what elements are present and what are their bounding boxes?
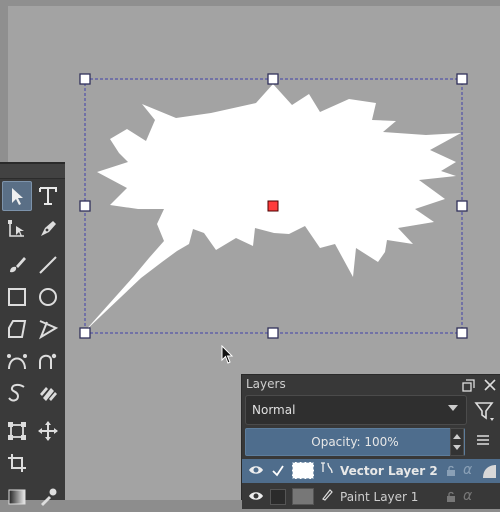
checkmark-icon[interactable] (270, 463, 286, 479)
layer-thumbnail (292, 488, 314, 505)
alpha-lock-icon[interactable]: α (463, 488, 472, 504)
color-picker-tool-icon[interactable] (33, 482, 63, 512)
rotation-center-handle[interactable] (267, 200, 279, 212)
layers-docker-title: Layers (246, 377, 286, 391)
bezier-curve-tool-icon[interactable] (2, 346, 32, 376)
layer-row[interactable]: Paint Layer 1 α (242, 485, 500, 509)
vector-layer-icon (321, 462, 333, 474)
polygon-tool-icon[interactable] (2, 314, 32, 344)
eye-icon[interactable] (248, 464, 264, 476)
transform-tool-icon[interactable] (2, 416, 32, 446)
resize-handle-bottom[interactable] (267, 327, 279, 339)
gradient-tool-icon[interactable] (2, 482, 32, 512)
layer-name[interactable]: Vector Layer 2 (340, 464, 438, 478)
layer-checkbox[interactable] (270, 489, 286, 505)
crop-tool-icon[interactable] (2, 448, 32, 478)
layer-name[interactable]: Paint Layer 1 (340, 490, 418, 504)
resize-handle-top[interactable] (267, 73, 279, 85)
blend-mode-select[interactable]: Normal (245, 395, 467, 425)
text-tool-icon[interactable] (33, 181, 63, 211)
filter-icon[interactable] (474, 400, 496, 422)
resize-handle-top-left[interactable] (79, 73, 91, 85)
resize-handle-bottom-right[interactable] (456, 327, 468, 339)
freehand-path-tool-icon[interactable] (33, 346, 63, 376)
ellipse-tool-icon[interactable] (33, 282, 63, 312)
resize-handle-right[interactable] (456, 200, 468, 212)
opacity-spinner[interactable] (450, 428, 464, 456)
select-shape-tool-icon[interactable] (2, 181, 32, 211)
resize-handle-left[interactable] (79, 200, 91, 212)
freehand-brush-tool-icon[interactable] (2, 250, 32, 280)
line-tool-icon[interactable] (33, 250, 63, 280)
opacity-slider[interactable]: Opacity: 100% (245, 428, 465, 456)
calligraphy-tool-icon[interactable] (33, 214, 63, 244)
polyline-tool-icon[interactable] (33, 314, 63, 344)
lock-icon[interactable] (445, 465, 457, 477)
eye-icon[interactable] (248, 490, 264, 502)
layer-row[interactable]: Vector Layer 2 α (242, 459, 500, 483)
multibrush-tool-icon[interactable] (33, 378, 63, 408)
resize-handle-bottom-left[interactable] (79, 327, 91, 339)
mouse-pointer-icon (221, 345, 234, 364)
alpha-lock-icon[interactable]: α (463, 462, 472, 478)
resize-handle-top-right[interactable] (456, 73, 468, 85)
lock-icon[interactable] (445, 491, 457, 503)
chevron-down-icon (448, 405, 458, 411)
layer-thumbnail (292, 462, 314, 479)
opacity-label: Opacity: 100% (311, 435, 399, 449)
rectangle-tool-icon[interactable] (2, 282, 32, 312)
toolbox (0, 162, 65, 506)
edit-shapes-tool-icon[interactable] (2, 214, 32, 244)
blend-mode-value: Normal (252, 403, 296, 417)
paint-layer-icon (322, 489, 333, 501)
inherit-alpha-icon[interactable] (481, 463, 497, 479)
layers-docker: Layers Normal Opacity: 100% Vector Layer… (241, 374, 500, 509)
close-docker-icon[interactable] (482, 377, 498, 393)
toolbox-title-bar[interactable] (0, 164, 65, 179)
float-docker-icon[interactable] (460, 377, 476, 393)
hamburger-menu-icon[interactable] (475, 432, 493, 450)
dynamic-brush-tool-icon[interactable] (2, 378, 32, 408)
move-tool-icon[interactable] (33, 416, 63, 446)
